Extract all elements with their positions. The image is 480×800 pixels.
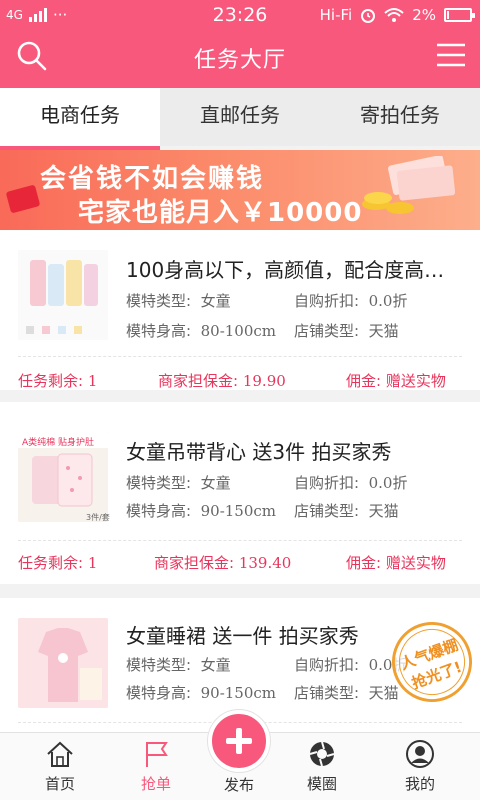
home-icon <box>47 741 73 767</box>
flag-icon <box>146 742 168 767</box>
merchant-deposit: 商家担保金: 19.90 <box>158 372 286 390</box>
tasks-remaining: 任务剩余: 1 <box>18 554 98 572</box>
shop-type: 店铺类型: 天猫 <box>294 684 399 702</box>
commission: 佣金: 赠送实物 <box>346 372 446 390</box>
battery-percent: 2% <box>412 6 436 24</box>
battery-icon <box>444 8 475 22</box>
product-thumbnail <box>18 250 108 340</box>
model-type: 模特类型: 女童 <box>126 474 231 492</box>
task-title[interactable]: 100身高以下，高颜值，配合度高… <box>126 254 456 283</box>
status-bar: 4G ··· 23:26 Hi-Fi 2% <box>0 0 480 30</box>
red-envelope-icon <box>5 184 41 214</box>
app-header: 任务大厅 <box>0 30 480 88</box>
tab-ecommerce[interactable]: 电商任务 <box>0 88 160 150</box>
auto-discount: 自购折扣: 0.0折 <box>294 292 408 310</box>
model-type: 模特类型: 女童 <box>126 656 231 674</box>
product-thumbnail <box>18 618 108 708</box>
nav-label: 我的 <box>404 775 435 793</box>
nav-label: 抢单 <box>140 775 171 793</box>
publish-label: 发布 <box>223 776 254 794</box>
user-icon <box>406 740 434 768</box>
alarm-icon <box>361 9 376 23</box>
nav-model-circle[interactable]: 模圈 <box>282 733 362 800</box>
wifi-icon <box>384 8 404 22</box>
shop-type: 店铺类型: 天猫 <box>294 502 399 520</box>
menu-icon[interactable] <box>434 40 468 70</box>
thumbnail-caption-bottom: 3件/套 <box>86 513 110 522</box>
divider <box>18 356 462 357</box>
page-title: 任务大厅 <box>193 48 286 73</box>
banner-headline: 会省钱不如会赚钱 <box>40 164 265 194</box>
hifi-label: Hi-Fi <box>319 6 353 24</box>
tab-direct-mail[interactable]: 直邮任务 <box>160 88 320 146</box>
status-right: Hi-Fi 2% <box>319 6 475 24</box>
shop-type: 店铺类型: 天猫 <box>294 322 399 340</box>
nav-mine[interactable]: 我的 <box>380 733 460 800</box>
aperture-icon <box>309 741 335 767</box>
nav-grab-order[interactable]: 抢单 <box>116 733 196 800</box>
model-height: 模特身高: 90-150cm <box>126 502 277 520</box>
nav-label: 首页 <box>44 775 75 793</box>
task-card[interactable]: A类纯棉 贴身护肚 3件/套 女童吊带背心 送3件 拍买家秀 模特类型: 女童 … <box>0 402 480 584</box>
promo-banner[interactable]: 会省钱不如会赚钱 宅家也能月入￥10000 <box>0 150 480 230</box>
publish-button[interactable] <box>208 710 270 772</box>
task-title[interactable]: 女童吊带背心 送3件 拍买家秀 <box>126 436 456 465</box>
tab-mail-shoot[interactable]: 寄拍任务 <box>320 88 480 146</box>
model-type: 模特类型: 女童 <box>126 292 231 310</box>
money-icon <box>362 156 456 214</box>
divider <box>18 540 462 541</box>
banner-subline: 宅家也能月入￥10000 <box>78 198 363 228</box>
commission: 佣金: 赠送实物 <box>346 554 446 572</box>
model-height: 模特身高: 80-100cm <box>126 322 277 340</box>
tasks-remaining: 任务剩余: 1 <box>18 372 98 390</box>
merchant-deposit: 商家担保金: 139.40 <box>154 554 292 572</box>
nav-home[interactable]: 首页 <box>20 733 100 800</box>
task-card[interactable]: 100身高以下，高颜值，配合度高… 模特类型: 女童 自购折扣: 0.0折 模特… <box>0 230 480 390</box>
thumbnail-caption-top: A类纯棉 贴身护肚 <box>22 438 95 448</box>
nav-label: 模圈 <box>306 775 337 793</box>
auto-discount: 自购折扣: 0.0折 <box>294 474 408 492</box>
task-tabs: 电商任务 直邮任务 寄拍任务 <box>0 88 480 150</box>
model-height: 模特身高: 90-150cm <box>126 684 277 702</box>
